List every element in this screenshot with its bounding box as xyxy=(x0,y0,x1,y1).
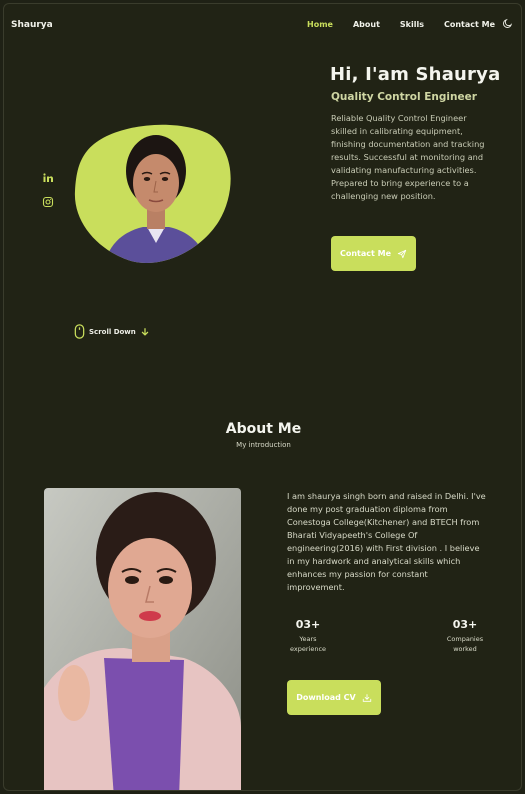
stat-years-label-1: Years xyxy=(299,635,317,643)
stat-companies-number: 03+ xyxy=(452,618,478,631)
stat-companies-label-1: Companies xyxy=(446,635,484,643)
stat-years-number: 03+ xyxy=(295,618,321,631)
scroll-down-link[interactable]: Scroll Down xyxy=(74,324,150,339)
nav-about[interactable]: About xyxy=(353,20,380,29)
header: Shaurya Home About Skills Contact Me xyxy=(4,4,521,48)
nav-menu: Home About Skills Contact Me xyxy=(287,20,495,29)
social-links xyxy=(42,172,54,220)
nav-home[interactable]: Home xyxy=(307,20,333,29)
mouse-icon xyxy=(74,324,85,339)
about-title: About Me xyxy=(225,421,302,437)
page-frame: Shaurya Home About Skills Contact Me Hi,… xyxy=(3,3,522,791)
about-text: I am shaurya singh born and raised in De… xyxy=(287,491,486,592)
about-photo xyxy=(44,488,241,790)
instagram-icon[interactable] xyxy=(42,196,54,208)
download-cv-label: Download CV xyxy=(296,693,356,702)
nav-skills[interactable]: Skills xyxy=(400,20,424,29)
hero-subtitle: Quality Control Engineer xyxy=(331,91,477,103)
scroll-down-label: Scroll Down xyxy=(89,327,136,336)
about-subtitle: My introduction xyxy=(236,441,291,449)
download-icon xyxy=(362,693,371,702)
stat-companies: 03+ Companies worked xyxy=(442,618,488,654)
stat-years-label-2: experience xyxy=(290,645,327,653)
hero-description: Reliable Quality Control Engineer skille… xyxy=(331,113,485,201)
hero-title: Hi, I'am Shaurya xyxy=(330,64,501,85)
send-icon xyxy=(397,249,407,258)
moon-icon[interactable] xyxy=(502,18,513,29)
linkedin-icon[interactable] xyxy=(42,172,54,184)
nav-contact[interactable]: Contact Me xyxy=(444,20,495,29)
logo[interactable]: Shaurya xyxy=(11,20,53,30)
stat-companies-label-2: worked xyxy=(453,645,477,653)
download-cv-button[interactable]: Download CV xyxy=(287,680,381,715)
profile-photo xyxy=(74,124,231,264)
contact-me-button[interactable]: Contact Me xyxy=(331,236,416,271)
contact-me-label: Contact Me xyxy=(339,249,392,258)
stat-years: 03+ Years experience xyxy=(290,618,326,654)
arrow-down-icon xyxy=(141,327,149,336)
